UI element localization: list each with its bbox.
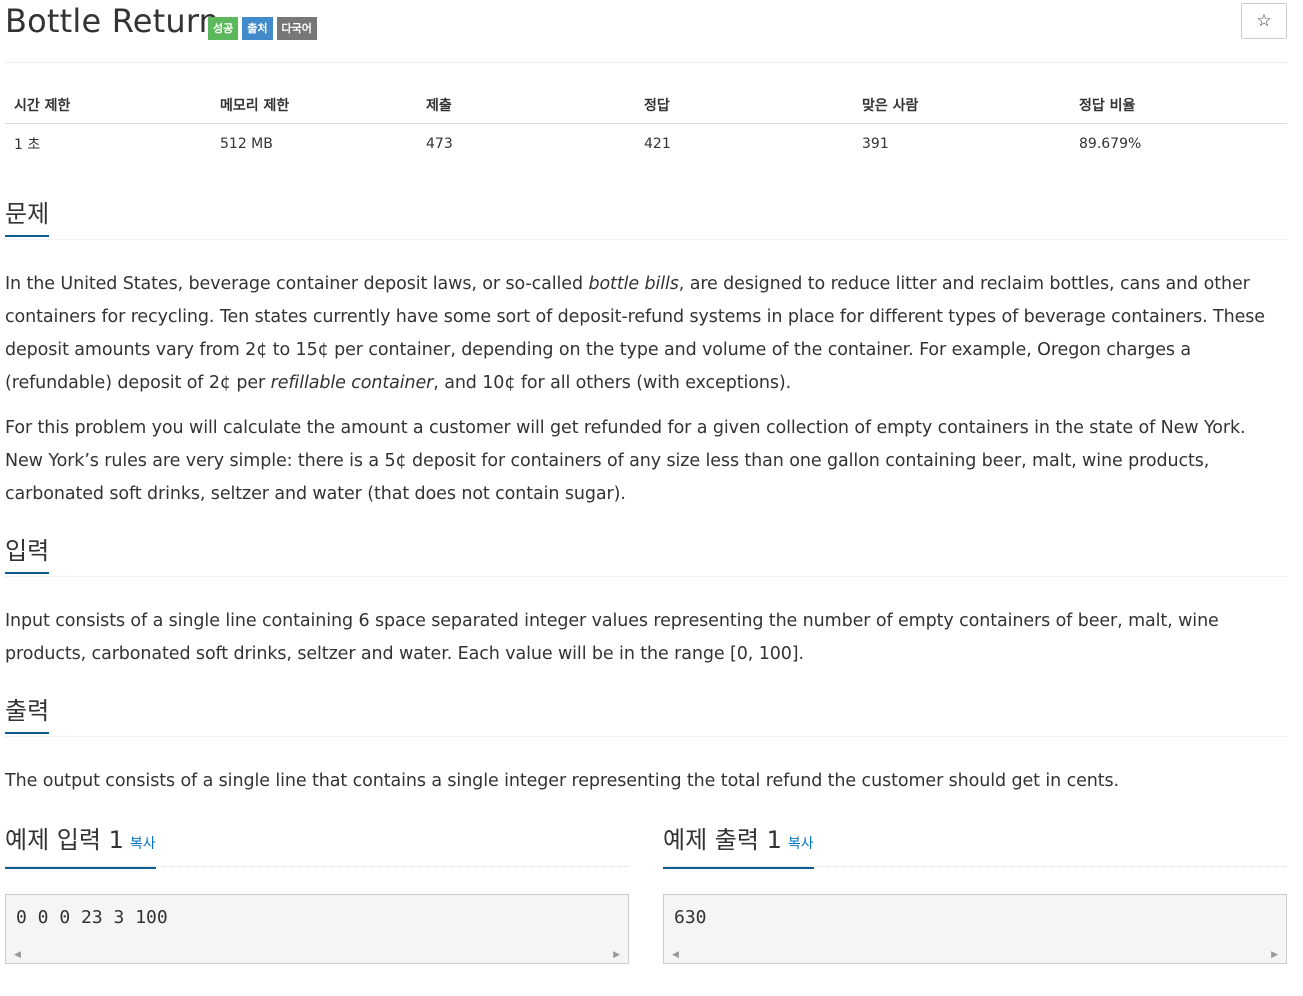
header-accepted: 정답 <box>635 87 853 124</box>
label-multilingual[interactable]: 다국어 <box>276 17 317 40</box>
header-time-limit: 시간 제한 <box>5 87 211 124</box>
sample-output-title: 예제 출력 1 <box>663 826 782 854</box>
problem-heading: 문제 <box>5 199 50 237</box>
sample-input-value: 0 0 0 23 3 100 <box>16 907 168 928</box>
sample-output-panel: 예제 출력 1 복사 630 ◀ ▶ <box>663 823 1287 964</box>
problem-p1-text-c: , and 10¢ for all others (with exception… <box>433 373 792 393</box>
problem-title: Bottle Return <box>5 2 220 40</box>
output-heading: 출력 <box>5 696 50 734</box>
scroll-right-icon[interactable]: ▶ <box>613 950 620 960</box>
value-accept-ratio: 89.679% <box>1079 136 1142 152</box>
problem-labels: 성공 출처 다국어 <box>208 17 317 40</box>
value-submissions[interactable]: 473 <box>417 124 635 165</box>
horizontal-scrollbar[interactable]: ◀ ▶ <box>664 945 1286 963</box>
sample-output-box[interactable]: 630 ◀ ▶ <box>663 894 1287 964</box>
sample-output-value: 630 <box>674 907 707 928</box>
info-value-row: 1 초 512 MB 473 421 391 89.679% <box>5 124 1287 165</box>
value-solved-users[interactable]: 391 <box>853 124 1070 165</box>
header-accept-ratio: 정답 비율 <box>1070 87 1287 124</box>
problem-page: Bottle Return 성공 출처 다국어 ☆ 시간 제한 메모리 제한 제… <box>5 0 1287 964</box>
sample-input-box[interactable]: 0 0 0 23 3 100 ◀ ▶ <box>5 894 629 964</box>
input-heading: 입력 <box>5 536 50 574</box>
label-success[interactable]: 성공 <box>208 17 239 40</box>
value-time-limit: 1 초 <box>14 137 41 153</box>
sample-input-title: 예제 입력 1 <box>5 826 124 854</box>
problem-info-table: 시간 제한 메모리 제한 제출 정답 맞은 사람 정답 비율 1 초 512 M… <box>5 87 1287 164</box>
output-description: The output consists of a single line tha… <box>5 771 1120 791</box>
problem-p1-text-a: In the United States, beverage container… <box>5 274 589 294</box>
header-submissions: 제출 <box>417 87 635 124</box>
label-source[interactable]: 출처 <box>242 17 273 40</box>
input-description: Input consists of a single line containi… <box>5 611 1219 664</box>
sample-output-title-wrap: 예제 출력 1 복사 <box>663 823 814 869</box>
input-section-heading: 입력 <box>5 536 1287 577</box>
title-row: Bottle Return 성공 출처 다국어 ☆ <box>5 0 1287 63</box>
sample-input-title-wrap: 예제 입력 1 복사 <box>5 823 156 869</box>
problem-p1-em-refillable: refillable container <box>270 373 434 393</box>
info-header-row: 시간 제한 메모리 제한 제출 정답 맞은 사람 정답 비율 <box>5 87 1287 124</box>
copy-input-button[interactable]: 복사 <box>130 836 156 852</box>
scroll-right-icon[interactable]: ▶ <box>1271 950 1278 960</box>
problem-section-heading: 문제 <box>5 199 1287 240</box>
sample-input-panel: 예제 입력 1 복사 0 0 0 23 3 100 ◀ ▶ <box>5 823 629 964</box>
value-accepted[interactable]: 421 <box>635 124 853 165</box>
copy-output-button[interactable]: 복사 <box>788 836 814 852</box>
problem-description-p1: In the United States, beverage container… <box>5 268 1287 400</box>
favorite-button[interactable]: ☆ <box>1241 3 1287 39</box>
output-section-heading: 출력 <box>5 696 1287 737</box>
sample-output-header: 예제 출력 1 복사 <box>663 823 1287 869</box>
scroll-left-icon[interactable]: ◀ <box>14 950 21 960</box>
star-icon: ☆ <box>1256 11 1272 31</box>
problem-p1-em-bottle-bills: bottle bills <box>588 274 679 294</box>
scroll-left-icon[interactable]: ◀ <box>672 950 679 960</box>
sample-input-header: 예제 입력 1 복사 <box>5 823 629 869</box>
header-solved-users: 맞은 사람 <box>853 87 1070 124</box>
problem-description-p2: For this problem you will calculate the … <box>5 418 1246 504</box>
header-memory-limit: 메모리 제한 <box>211 87 417 124</box>
value-memory-limit: 512 MB <box>220 136 273 152</box>
horizontal-scrollbar[interactable]: ◀ ▶ <box>6 945 628 963</box>
